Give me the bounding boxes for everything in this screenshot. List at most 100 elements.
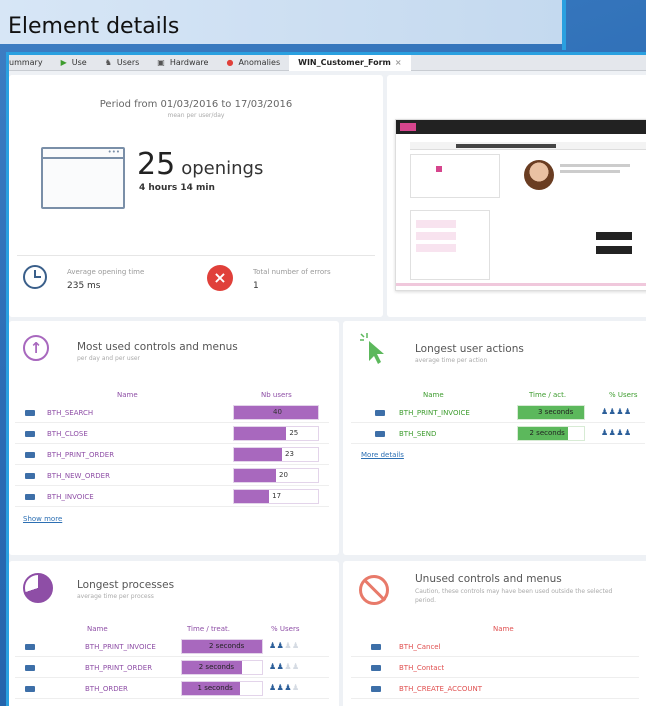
most-used-subtitle: per day and per user [77, 355, 140, 362]
usage-value: 25 [289, 429, 299, 437]
row-name[interactable]: BTH_PRINT_ORDER [47, 451, 114, 459]
row-name[interactable]: BTH_PRINT_INVOICE [85, 643, 156, 651]
forbidden-icon [359, 575, 389, 605]
tab-win-customer-form[interactable]: WIN_Customer_Form × [289, 55, 411, 71]
table-row[interactable]: BTH_ORDER 1 seconds ♟♟♟♟ [15, 679, 329, 699]
row-name[interactable]: BTH_Contact [399, 664, 444, 672]
control-icon [25, 410, 35, 416]
user-icon: ♟ [269, 662, 277, 671]
most-used-rows: BTH_SEARCH 40 BTH_CLOSE 25 BTH_PRINT_ORDER 23… [15, 403, 329, 509]
tab-use[interactable]: ▶ Use [52, 55, 96, 71]
row-name[interactable]: BTH_PRINT_ORDER [85, 664, 152, 672]
tab-hardware[interactable]: ▣ Hardware [148, 55, 217, 71]
error-icon: × [207, 265, 233, 291]
longest-actions-title: Longest user actions [415, 343, 524, 355]
time-value: 1 seconds [197, 684, 233, 692]
tab-bar: ummary ▶ Use ♞ Users ▣ Hardware ● Anomal… [9, 55, 646, 71]
control-icon [25, 452, 35, 458]
usage-bar-fill [234, 490, 270, 503]
usage-bar: 23 [233, 447, 319, 462]
avg-opening-value: 235 ms [67, 281, 101, 291]
table-row[interactable]: BTH_Cancel [351, 637, 639, 657]
control-icon [25, 473, 35, 479]
row-name[interactable]: BTH_PRINT_INVOICE [399, 409, 470, 417]
col-users-header: Nb users [261, 391, 292, 399]
table-row[interactable]: BTH_INVOICE 17 [15, 487, 329, 507]
longest-actions-subtitle: average time per action [415, 357, 488, 364]
row-name[interactable]: BTH_ORDER [85, 685, 128, 693]
col-time-header: Time / act. [529, 391, 567, 399]
table-row[interactable]: BTH_SEARCH 40 [15, 403, 329, 423]
tab-users[interactable]: ♞ Users [96, 55, 149, 71]
longest-processes-title: Longest processes [77, 579, 175, 591]
time-value: 2 seconds [209, 642, 245, 650]
usage-bar-fill [234, 469, 276, 482]
tab-summary[interactable]: ummary [9, 55, 52, 71]
table-row[interactable]: BTH_NEW_ORDER 20 [15, 466, 329, 486]
avg-opening-label: Average opening time [67, 268, 145, 276]
longest-processes-card: Longest processes average time per proce… [9, 561, 339, 706]
user-icon: ♟ [616, 407, 625, 416]
user-icon: ♟ [616, 428, 625, 437]
cursor-icon: ▶ [60, 58, 67, 67]
cursor-click-icon [357, 331, 387, 365]
usage-bar: 20 [233, 468, 319, 483]
user-icon: ♟ [292, 641, 300, 650]
row-name[interactable]: BTH_SEARCH [47, 409, 93, 417]
control-icon [25, 644, 35, 650]
table-row[interactable]: BTH_PRINT_ORDER 2 seconds ♟♟♟♟ [15, 658, 329, 678]
user-icon: ♟ [601, 407, 609, 416]
user-icon: ♟ [624, 407, 632, 416]
usage-value: 40 [273, 408, 282, 416]
row-name[interactable]: BTH_NEW_ORDER [47, 472, 110, 480]
user-icon: ♞ [104, 58, 112, 67]
table-row[interactable]: BTH_PRINT_INVOICE 2 seconds ♟♟♟♟ [15, 637, 329, 657]
row-name[interactable]: BTH_INVOICE [47, 493, 94, 501]
more-details-link[interactable]: More details [361, 451, 404, 459]
table-row[interactable]: BTH_PRINT_INVOICE 3 seconds ♟♟♟♟ [351, 403, 645, 423]
users-icons: ♟♟♟♟ [269, 662, 300, 671]
monitor-icon: ▣ [157, 58, 165, 67]
unused-caption: Caution, these controls may have been us… [415, 588, 613, 604]
control-icon [25, 686, 35, 692]
col-time-header: Time / treat. [187, 625, 230, 633]
most-used-title: Most used controls and menus [77, 341, 238, 353]
table-row[interactable]: BTH_CLOSE 25 [15, 424, 329, 444]
period-card: Period from 01/03/2016 to 17/03/2016 mea… [9, 75, 383, 317]
usage-bar-fill [234, 448, 282, 461]
longest-actions-card: Longest user actions average time per ac… [343, 321, 646, 555]
errors-label: Total number of errors [253, 268, 331, 276]
row-name[interactable]: BTH_SEND [399, 430, 436, 438]
show-more-link[interactable]: Show more [23, 515, 62, 523]
user-icon: ♟ [269, 683, 277, 692]
time-bar: 3 seconds [517, 405, 585, 420]
usage-bar: 17 [233, 489, 319, 504]
time-bar: 2 seconds [181, 660, 263, 675]
arrow-up-icon: ↑ [23, 335, 49, 361]
user-icon: ♟ [284, 683, 293, 692]
title-edge [562, 0, 566, 50]
col-name-header: Name [423, 391, 444, 399]
user-icon: ♟ [292, 662, 300, 671]
usage-bar-fill [234, 427, 287, 440]
time-value: 3 seconds [538, 408, 574, 416]
form-preview-image[interactable] [395, 119, 646, 291]
table-row[interactable]: BTH_PRINT_ORDER 23 [15, 445, 329, 465]
row-name[interactable]: BTH_CREATE_ACCOUNT [399, 685, 482, 693]
table-row[interactable]: BTH_CREATE_ACCOUNT [351, 679, 639, 699]
col-users-header: % Users [609, 391, 638, 399]
table-row[interactable]: BTH_SEND 2 seconds ♟♟♟♟ [351, 424, 645, 444]
pie-clock-icon [23, 573, 53, 603]
tab-anomalies[interactable]: ● Anomalies [217, 55, 289, 71]
table-row[interactable]: BTH_Contact [351, 658, 639, 678]
errors-value: 1 [253, 281, 259, 291]
content-frame: ummary ▶ Use ♞ Users ▣ Hardware ● Anomal… [6, 52, 646, 706]
row-name[interactable]: BTH_Cancel [399, 643, 441, 651]
control-icon [371, 686, 381, 692]
close-icon[interactable]: × [395, 58, 402, 67]
col-users-header: % Users [271, 625, 300, 633]
row-name[interactable]: BTH_CLOSE [47, 430, 88, 438]
user-icon: ♟ [601, 428, 609, 437]
clock-icon [23, 265, 47, 289]
page-title: Element details [8, 14, 180, 39]
